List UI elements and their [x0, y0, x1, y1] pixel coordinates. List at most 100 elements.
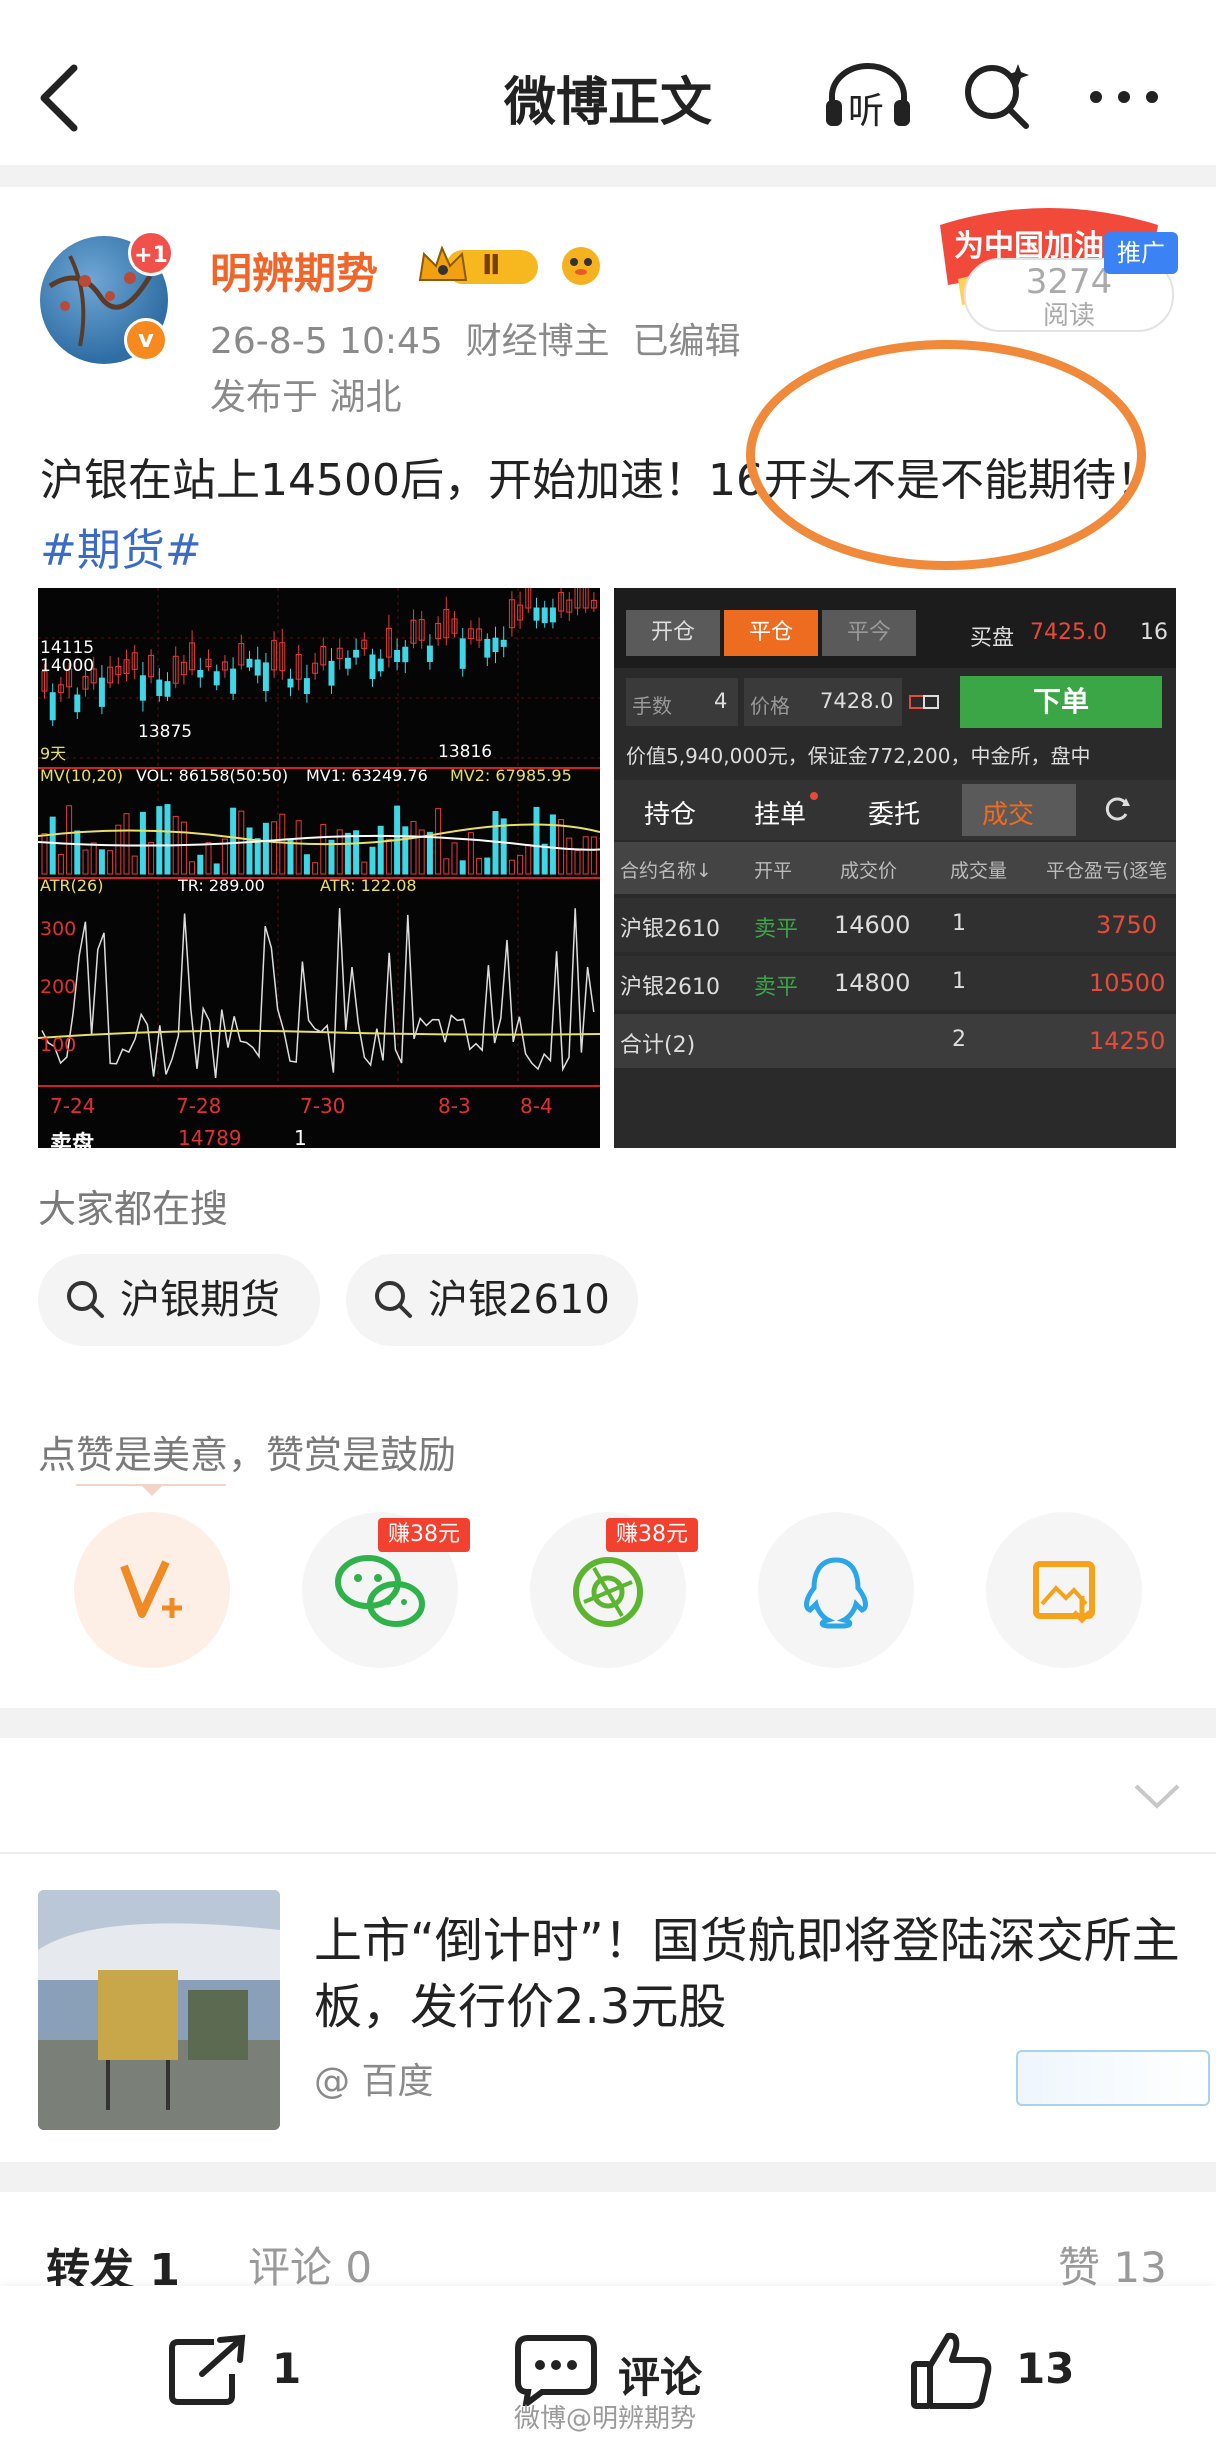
mv1-label: MV1: 63249.76: [306, 766, 428, 785]
search-chip-1[interactable]: 沪银期货: [38, 1254, 320, 1346]
volume-bar: [213, 863, 220, 875]
fill-volume: 1: [952, 969, 966, 994]
tab-fills: 成交: [982, 800, 1035, 830]
candle: [492, 637, 499, 652]
save-image-button[interactable]: [986, 1512, 1142, 1668]
candle: [533, 607, 540, 621]
pet-icon: [556, 240, 606, 290]
volume-bar: [385, 838, 392, 875]
price-label: 价格: [750, 694, 790, 718]
mv-line: [38, 823, 600, 846]
volume-bar: [443, 858, 450, 875]
volume-bar: [287, 840, 294, 875]
candle: [353, 649, 360, 658]
comment-icon[interactable]: [514, 2334, 598, 2411]
candle: [49, 692, 56, 721]
reward-button[interactable]: [74, 1512, 230, 1668]
back-arrow-icon[interactable]: [30, 58, 90, 138]
volume-bar: [541, 843, 548, 875]
fill-volume: 1: [952, 911, 966, 936]
volume-bar: [57, 854, 64, 875]
volume-bar: [459, 860, 466, 875]
refresh-icon: [1102, 794, 1132, 824]
volume-bar: [49, 816, 56, 875]
more-options-icon[interactable]: [1086, 82, 1162, 112]
price-label-2: 14000: [40, 656, 95, 676]
fill-volume: 2: [952, 1027, 966, 1052]
date-label-1: 7-24: [50, 1094, 96, 1118]
volume-bar: [205, 842, 212, 875]
search-chip-2[interactable]: 沪银2610: [346, 1254, 638, 1346]
atr-tick-300: 300: [40, 918, 77, 940]
candle: [98, 677, 105, 707]
candle: [344, 657, 351, 669]
volume-bar: [139, 811, 146, 875]
candle: [328, 660, 335, 686]
crown-level-badge-icon: Ⅱ: [416, 242, 544, 290]
candle: [369, 654, 376, 679]
candle: [484, 638, 491, 658]
earn-badge-wechat: 赚38元: [378, 1518, 470, 1552]
ad-title[interactable]: 上市“倒计时”！国货航即将登陆深交所主板，发行价2.3元股: [314, 1908, 1194, 2040]
candle: [402, 646, 409, 663]
interaction-tabs: 转发 1 评论 0 赞 13: [0, 2196, 1216, 2296]
volume-bar: [189, 861, 196, 875]
comment-label[interactable]: 评论: [618, 2344, 702, 2405]
volume-bar: [320, 824, 327, 875]
like-count: 13: [1016, 2344, 1075, 2393]
ad-action-placeholder[interactable]: [1016, 2050, 1210, 2106]
candle: [287, 678, 294, 688]
price-field: 价格 7428.0: [744, 678, 902, 726]
ad-image[interactable]: [38, 1890, 280, 2130]
read-label: 阅读: [1042, 301, 1095, 331]
fill-price: 14600: [834, 911, 911, 939]
volume-bar: [180, 821, 187, 875]
tab-like-label: 赞: [1058, 2243, 1101, 2292]
vol-label: VOL: 86158(50:50): [136, 766, 289, 785]
username[interactable]: 明辨期势: [210, 240, 378, 301]
ad-source: @ 百度: [314, 2061, 434, 2102]
search-icon[interactable]: [960, 58, 1036, 134]
listen-icon[interactable]: 听: [822, 60, 914, 132]
volume-bar: [123, 813, 130, 875]
mv2-label: MV2: 67985.95: [450, 766, 572, 785]
col-volume: 成交量: [950, 860, 1008, 882]
volume-bar: [353, 830, 360, 875]
chevron-down-icon[interactable]: [1132, 1780, 1182, 1810]
date-label-2: 7-28: [176, 1094, 222, 1118]
post-image-trade-record[interactable]: 开仓 平仓 平今 买盘 7425.0 16 手数 4 价格 7428.0 下单 …: [614, 588, 1176, 1148]
mv-label: MV(10,20): [40, 766, 124, 785]
volume-series: [41, 804, 597, 875]
avatar-notification-badge: +1: [128, 230, 174, 276]
share-icon[interactable]: [168, 2334, 250, 2406]
candle: [246, 658, 253, 668]
atr-tick-100: 100: [40, 1034, 77, 1056]
reward-v-icon: [120, 1560, 182, 1618]
atr-value: ATR: 122.08: [320, 876, 417, 895]
divider: [0, 1852, 1216, 1854]
search-section-title: 大家都在搜: [38, 1187, 229, 1231]
volume-bar: [312, 862, 319, 875]
days-label: 9天: [40, 744, 67, 763]
volume-bar: [566, 837, 573, 875]
col-pnl: 平仓盈亏(逐笔: [1046, 860, 1168, 882]
post-location: 发布于 湖北: [210, 377, 402, 418]
hashtag-link[interactable]: #期货#: [40, 525, 202, 576]
top-navigation-bar: 微博正文 听: [0, 0, 1216, 165]
post-image-kline-chart[interactable]: 14115 14000 13875 13816 9天 MV(10,20) VOL…: [38, 588, 600, 1148]
volume-bar: [98, 849, 105, 875]
candle: [459, 638, 466, 669]
candle: [254, 659, 261, 676]
like-icon[interactable]: [910, 2330, 992, 2410]
volume-bar: [254, 838, 261, 875]
fill-contract: 沪银2610: [620, 975, 720, 1000]
place-order-button: 下单: [960, 676, 1162, 728]
volume-bar: [295, 820, 302, 875]
volume-bar: [500, 818, 507, 875]
volume-bar: [262, 822, 269, 875]
candle: [213, 671, 220, 686]
qq-icon: [804, 1557, 868, 1629]
volume-bar: [558, 819, 565, 875]
share-qq-button[interactable]: [758, 1512, 914, 1668]
volume-bar: [230, 807, 237, 875]
